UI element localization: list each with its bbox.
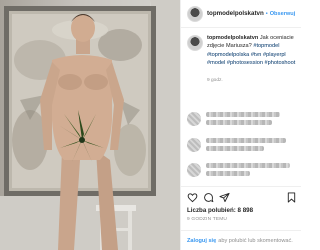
post-caption: topmodelpolskatvn Jak oceniacie zdjęcie … bbox=[187, 34, 299, 67]
caption-text: topmodelpolskatvn Jak oceniacie zdjęcie … bbox=[207, 34, 299, 67]
header-username[interactable]: topmodelpolskatvn bbox=[207, 10, 264, 17]
login-prompt-text: aby polubić lub skomentować. bbox=[218, 237, 293, 244]
actions-divider bbox=[181, 186, 301, 187]
post-date: 9 GODZIN TEMU bbox=[187, 217, 228, 222]
share-icon[interactable] bbox=[219, 192, 230, 203]
comment-avatar[interactable] bbox=[187, 112, 201, 126]
comment-icon[interactable] bbox=[203, 192, 214, 203]
follow-separator: • bbox=[265, 10, 268, 17]
comment-blurred-text bbox=[206, 112, 280, 128]
comment-blurred-text bbox=[206, 163, 290, 179]
caption-username[interactable]: topmodelpolskatvn bbox=[207, 35, 258, 41]
post-side-panel: topmodelpolskatvn • Obserwuj topmodelpol… bbox=[180, 0, 301, 250]
login-footer: Zaloguj się aby polubić lub skomentować. bbox=[181, 230, 301, 250]
post-photo[interactable] bbox=[0, 0, 180, 250]
post-actions bbox=[187, 192, 297, 204]
comment-item bbox=[187, 138, 299, 154]
comment-blurred-text bbox=[206, 138, 286, 154]
caption-avatar[interactable] bbox=[187, 35, 203, 51]
comment-item bbox=[187, 163, 299, 179]
caption-age: 9 godz. bbox=[207, 78, 223, 83]
heart-icon[interactable] bbox=[187, 192, 198, 203]
follow-button[interactable]: Obserwuj bbox=[270, 11, 296, 17]
profile-avatar[interactable] bbox=[187, 5, 203, 22]
bookmark-icon[interactable] bbox=[286, 192, 297, 203]
comment-avatar[interactable] bbox=[187, 163, 201, 177]
photo-illustration bbox=[0, 0, 180, 250]
login-link[interactable]: Zaloguj się bbox=[187, 238, 216, 244]
likes-count[interactable]: Liczba polubień: 8 898 bbox=[187, 207, 253, 214]
comment-avatar[interactable] bbox=[187, 138, 201, 152]
post-header: topmodelpolskatvn • Obserwuj bbox=[181, 0, 301, 28]
comment-item bbox=[187, 112, 299, 128]
